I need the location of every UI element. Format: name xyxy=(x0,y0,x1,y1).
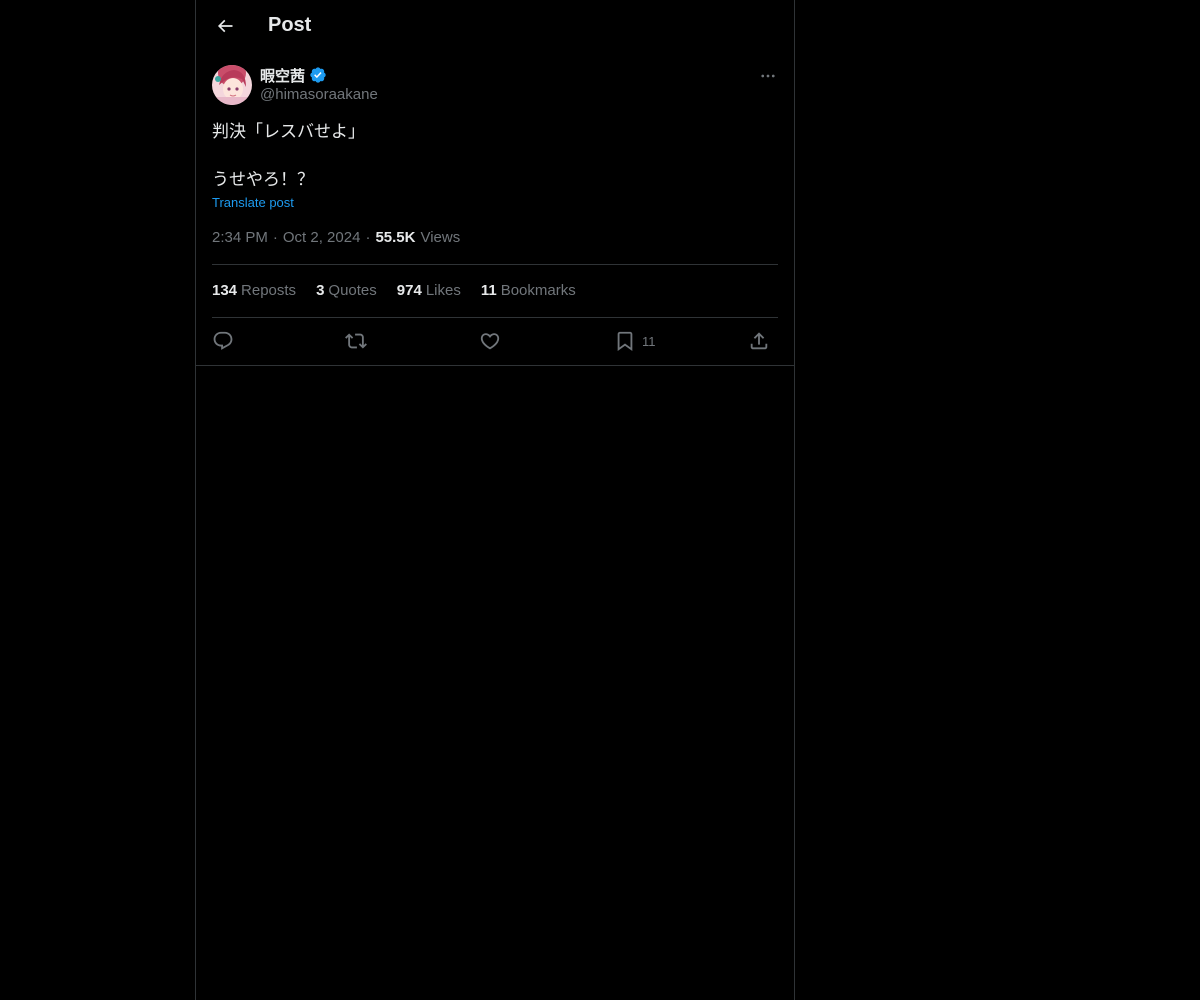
share-button[interactable] xyxy=(748,326,770,356)
likes-stat[interactable]: 974 Likes xyxy=(397,282,461,299)
like-button[interactable] xyxy=(479,326,501,356)
bookmark-button[interactable]: 11 xyxy=(614,326,656,356)
verified-badge-icon xyxy=(309,66,327,84)
post-metadata: 2:34 PM · Oct 2, 2024 · 55.5K Views xyxy=(212,229,460,246)
meta-separator: · xyxy=(272,229,278,246)
repost-button[interactable] xyxy=(345,326,367,356)
divider xyxy=(212,317,778,318)
more-options-button[interactable] xyxy=(754,62,782,90)
display-name[interactable]: 暇空茜 xyxy=(260,65,305,86)
post-text-line xyxy=(212,144,778,168)
post-time[interactable]: 2:34 PM xyxy=(212,229,268,246)
post-date[interactable]: Oct 2, 2024 xyxy=(283,229,361,246)
views-count: 55.5K xyxy=(375,229,416,246)
author-name-row: 暇空茜 xyxy=(260,65,327,85)
avatar[interactable] xyxy=(212,65,252,105)
header: Post xyxy=(196,0,794,53)
main-column: Post 暇空茜 @himasoraakane 判決「レスバせよ」 うせやろ！？… xyxy=(195,0,795,1000)
arrow-left-icon xyxy=(215,16,235,36)
bookmarks-stat[interactable]: 11 Bookmarks xyxy=(481,282,576,299)
action-bar: 11 xyxy=(212,326,778,356)
reply-icon xyxy=(212,330,234,352)
page-title: Post xyxy=(268,14,312,36)
meta-separator: · xyxy=(365,229,371,246)
reply-button[interactable] xyxy=(212,326,234,356)
reposts-stat[interactable]: 134 Reposts xyxy=(212,282,296,299)
back-button[interactable] xyxy=(208,9,242,43)
more-dots-icon xyxy=(759,67,777,85)
engagement-stats: 134 Reposts 3 Quotes 974 Likes 11 Bookmarks xyxy=(212,282,576,299)
bookmark-count: 11 xyxy=(642,333,656,349)
translate-post-link[interactable]: Translate post xyxy=(212,195,294,210)
post-text-line: 判決「レスバせよ」 xyxy=(212,122,365,142)
heart-icon xyxy=(479,330,501,352)
divider xyxy=(196,365,794,366)
bookmark-icon xyxy=(614,330,636,352)
divider xyxy=(212,264,778,265)
quotes-stat[interactable]: 3 Quotes xyxy=(316,282,377,299)
post-text-line: うせやろ！？ xyxy=(212,170,314,190)
views-label: Views xyxy=(420,229,461,246)
repost-icon xyxy=(345,330,367,352)
author-handle[interactable]: @himasoraakane xyxy=(260,86,378,103)
post-text: 判決「レスバせよ」 うせやろ！？ xyxy=(212,120,778,192)
share-icon xyxy=(748,330,770,352)
